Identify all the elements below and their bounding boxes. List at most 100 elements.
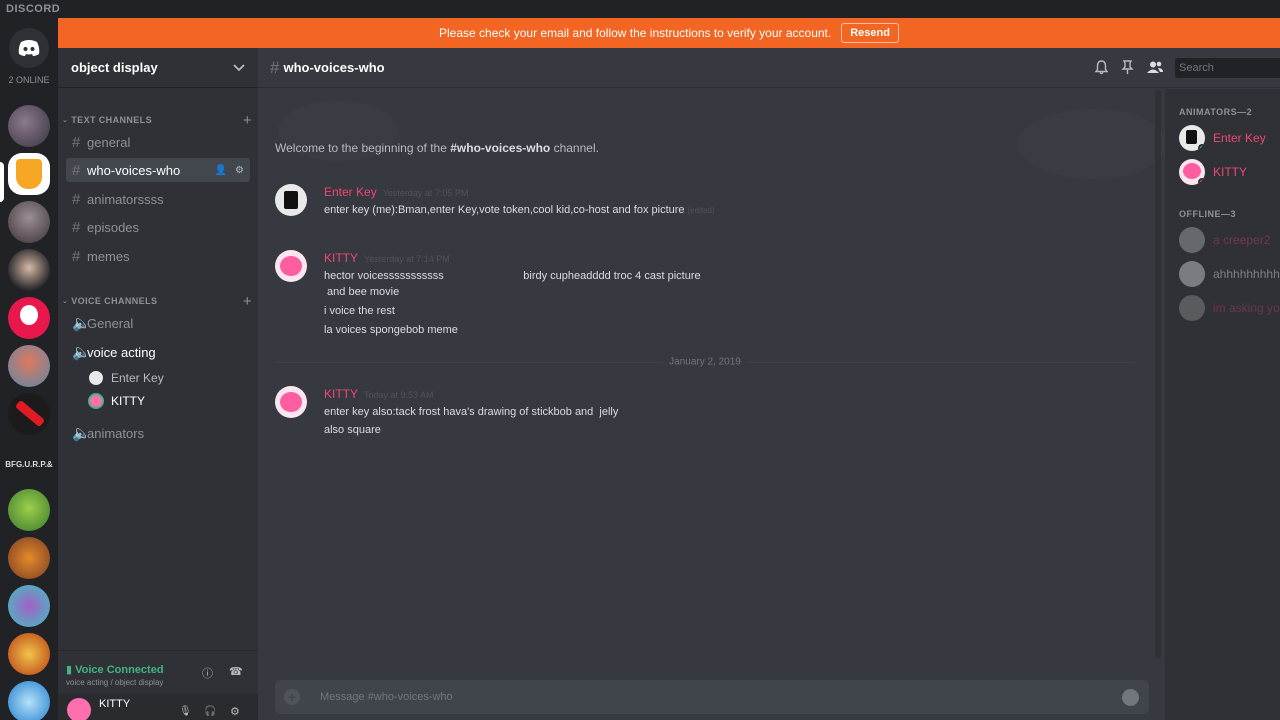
avatar [1179, 125, 1205, 151]
speaker-icon: 🔈 [72, 315, 91, 332]
member-name: a creeper2 [1213, 233, 1271, 247]
home-button[interactable] [9, 28, 49, 68]
voice-channel-general[interactable]: 🔈 General [66, 311, 250, 335]
server-icon[interactable] [8, 585, 50, 627]
category-label: TEXT CHANNELS [71, 115, 152, 125]
channel-label: animators [87, 425, 145, 441]
channel-label: memes [87, 248, 130, 264]
avatar[interactable] [67, 698, 91, 720]
avatar[interactable] [275, 250, 307, 282]
search-input[interactable]: Search [1175, 58, 1280, 78]
status-online-icon [1198, 144, 1205, 151]
server-icon[interactable] [8, 489, 50, 531]
message-text: i voice the rest [324, 305, 395, 317]
server-name: object display [71, 60, 158, 75]
pin-icon[interactable] [1121, 60, 1134, 75]
scrollbar[interactable] [1155, 90, 1161, 658]
add-channel-icon[interactable]: + [243, 112, 252, 129]
add-channel-icon[interactable]: + [243, 293, 252, 310]
message-author[interactable]: KITTY Today at 9:53 AM [324, 387, 434, 401]
avatar [88, 370, 104, 386]
emoji-icon[interactable] [1122, 689, 1139, 706]
voice-channel-voice-acting[interactable]: 🔈 voice acting [66, 340, 250, 364]
member-offline[interactable]: ahhhhhhhhh [1179, 261, 1280, 287]
server-text-icon[interactable]: BFG.U.R.P.& [4, 460, 54, 469]
channel-animatorssss[interactable]: # animatorssss [66, 187, 250, 211]
server-header[interactable]: object display [58, 48, 258, 88]
server-icon[interactable] [8, 105, 50, 147]
speaker-icon: 🔈 [72, 425, 91, 442]
disconnect-icon[interactable]: ☎ [229, 665, 243, 679]
avatar [1179, 261, 1205, 287]
voice-user-label: KITTY [111, 394, 146, 408]
avatar [1179, 295, 1205, 321]
server-icon[interactable] [8, 153, 50, 195]
headphones-icon[interactable]: 🎧 [204, 706, 216, 717]
member-group-header: ANIMATORS—2 [1179, 107, 1253, 117]
server-list: 2 ONLINE BFG.U.R.P.& [0, 18, 58, 720]
category-text-channels[interactable]: ⌄ TEXT CHANNELS + [62, 112, 252, 129]
avatar[interactable] [275, 184, 307, 216]
bell-icon[interactable] [1094, 60, 1109, 75]
channel-label: episodes [87, 219, 140, 235]
voice-user-enter-key[interactable]: Enter Key [88, 370, 164, 386]
category-voice-channels[interactable]: ⌄ VOICE CHANNELS + [62, 293, 252, 310]
chevron-down-icon: ⌄ [62, 298, 69, 305]
voice-channel-animators[interactable]: 🔈 animators [66, 421, 250, 445]
message: KITTY Yesterday at 7:14 PM hector voicess… [275, 250, 1135, 340]
channel-label: voice acting [87, 344, 156, 360]
hash-icon: # [72, 133, 81, 151]
channel-who-voices-who[interactable]: # who-voices-who 👤 ⚙ [66, 158, 250, 182]
message-author[interactable]: Enter Key Yesterday at 7:05 PM [324, 185, 468, 199]
member-name: im asking yo [1213, 301, 1280, 315]
avatar [88, 393, 104, 409]
member-name: Enter Key [1213, 131, 1266, 145]
channel-memes[interactable]: # memes [66, 244, 250, 268]
info-icon[interactable]: ⓘ [202, 665, 216, 680]
online-count: 2 ONLINE [8, 75, 50, 85]
discord-wordmark: DISCORD [6, 3, 61, 15]
message-author[interactable]: KITTY Yesterday at 7:14 PM [324, 251, 450, 265]
signal-icon: ▮ [66, 664, 73, 676]
server-icon[interactable] [8, 345, 50, 387]
server-icon[interactable] [8, 633, 50, 675]
edited-tag: (edited) [687, 206, 715, 215]
channel-general[interactable]: # general [66, 130, 250, 154]
server-icon[interactable] [8, 537, 50, 579]
hash-icon: # [270, 57, 280, 77]
avatar[interactable] [275, 386, 307, 418]
server-icon[interactable] [8, 297, 50, 339]
member-offline[interactable]: a creeper2 [1179, 227, 1270, 253]
member-enter-key[interactable]: Enter Key [1179, 125, 1266, 151]
server-icon[interactable] [8, 393, 50, 435]
message-text: enter key (me):Bman,enter Key,vote token… [324, 204, 715, 216]
channel-welcome: Welcome to the beginning of the #who-voi… [275, 141, 599, 155]
microphone-icon[interactable]: 🎙 [179, 706, 192, 717]
member-kitty[interactable]: KITTY [1179, 159, 1247, 185]
message-input[interactable]: Message #who-voices-who [320, 691, 453, 703]
gear-icon[interactable]: ⚙ [235, 165, 244, 176]
voice-connection-panel: ▮ Voice Connected voice acting / object … [58, 650, 258, 692]
server-icon[interactable] [8, 201, 50, 243]
welcome-watermark [1018, 109, 1168, 179]
avatar [1179, 159, 1205, 185]
message-composer[interactable]: + Message #who-voices-who [275, 680, 1149, 714]
member-name: ahhhhhhhhh [1213, 267, 1280, 281]
selected-indicator [0, 162, 4, 202]
message-timestamp: Yesterday at 7:05 PM [382, 188, 469, 198]
message-text: also square [324, 424, 381, 436]
discord-logo-icon [18, 40, 40, 56]
resend-button[interactable]: Resend [841, 23, 899, 43]
channel-episodes[interactable]: # episodes [66, 215, 250, 239]
voice-user-kitty[interactable]: KITTY [88, 393, 145, 409]
upload-plus-icon[interactable]: + [284, 689, 300, 705]
server-icon[interactable] [8, 249, 50, 291]
channel-label: General [87, 315, 134, 331]
invite-icon[interactable]: 👤 [215, 165, 227, 176]
hash-icon: # [72, 190, 81, 208]
server-icon[interactable] [8, 681, 50, 720]
gear-icon[interactable]: ⚙ [230, 705, 240, 718]
members-icon[interactable] [1146, 60, 1164, 75]
member-offline[interactable]: im asking yo [1179, 295, 1280, 321]
channel-title: who-voices-who [283, 60, 385, 75]
